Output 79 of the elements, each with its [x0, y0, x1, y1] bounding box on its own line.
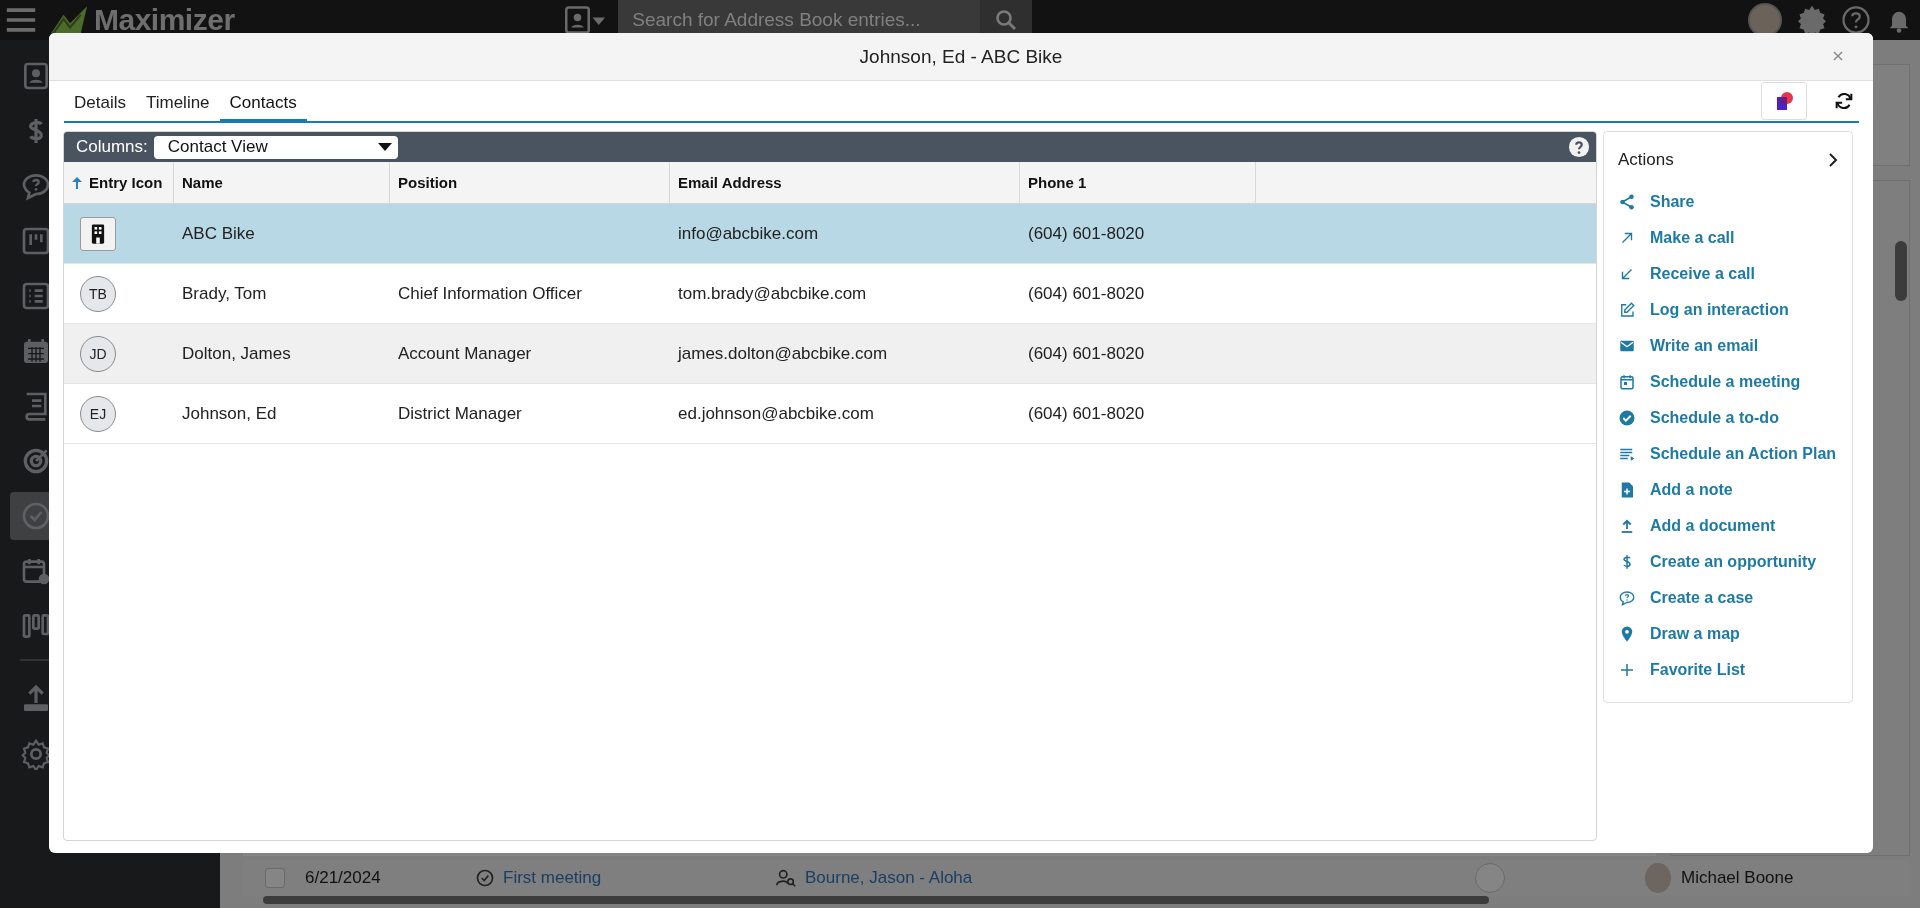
check-circle-icon	[20, 500, 52, 532]
board-icon	[20, 225, 52, 257]
action-link[interactable]: Favorite List	[1618, 652, 1746, 688]
table-cell: Dolton, James	[182, 343, 291, 364]
table-cell: Account Manager	[398, 343, 532, 364]
table-cell: Johnson, Ed	[182, 403, 277, 424]
app-button[interactable]	[1761, 82, 1807, 120]
help-icon[interactable]	[1841, 5, 1871, 35]
close-button[interactable]	[1831, 49, 1845, 63]
table-cell: ed.johnson@abcbike.com	[678, 403, 874, 424]
action-link[interactable]: Log an interaction	[1618, 292, 1789, 328]
action-link[interactable]: Add a note	[1618, 472, 1733, 508]
date-text: 6/21/2024	[305, 868, 382, 888]
action-link[interactable]: Schedule an Action Plan	[1618, 436, 1837, 472]
table-cell: District Manager	[398, 403, 522, 424]
action-link[interactable]: Schedule a to-do	[1618, 400, 1779, 436]
action-link[interactable]: Make a call	[1618, 220, 1735, 256]
table-cell: (604) 601-8020	[1028, 223, 1145, 244]
logo-text: Maximizer	[94, 3, 235, 37]
scrollbar-thumb[interactable]	[263, 896, 1489, 904]
question-bubble-icon	[1618, 589, 1636, 607]
table-cell: tom.brady@abcbike.com	[678, 283, 867, 304]
table-cell: (604) 601-8020	[1028, 343, 1145, 364]
settings-icon	[20, 738, 52, 770]
status-circle	[1475, 863, 1505, 893]
action-link[interactable]: Create an opportunity	[1618, 544, 1817, 580]
user-avatar	[1645, 863, 1671, 893]
tab[interactable]: Timeline	[135, 81, 220, 123]
owner-name: Michael Boone	[1681, 868, 1794, 888]
actions-title: Actions	[1618, 150, 1674, 170]
table-row[interactable]: JD Dolton, James Account Manager james.dolton@abcbike.com (604) 601-8020	[64, 324, 1596, 384]
table-cell: info@abcbike.com	[678, 223, 819, 244]
help-icon[interactable]	[1568, 136, 1590, 158]
action-link[interactable]: Share	[1618, 184, 1695, 220]
building-icon	[91, 222, 105, 245]
initials-avatar: JD	[80, 335, 116, 372]
action-link[interactable]: Create a case	[1618, 580, 1754, 616]
view-dropdown[interactable]: Contact View	[153, 135, 398, 159]
refresh-icon	[1833, 90, 1855, 112]
table-cell: Brady, Tom	[182, 283, 267, 304]
dialog-title: Johnson, Ed - ABC Bike	[859, 45, 1063, 68]
action-link[interactable]: Add a document	[1618, 508, 1776, 544]
pencil-square-icon	[1618, 301, 1636, 319]
activity-link[interactable]: First meeting	[503, 868, 602, 888]
tab[interactable]: Contacts	[219, 81, 307, 123]
list-icon	[20, 280, 52, 312]
table-cell: Chief Information Officer	[398, 283, 582, 304]
dropdown-value: Contact View	[167, 137, 269, 157]
close-icon	[1831, 49, 1845, 63]
action-link[interactable]: Write an email	[1618, 328, 1759, 364]
header-text: Entry Icon	[89, 174, 163, 191]
checkbox[interactable]	[265, 868, 285, 888]
table-row[interactable]: ABC Bike info@abcbike.com (604) 601-8020	[64, 204, 1596, 264]
tab[interactable]: Details	[64, 81, 136, 123]
column-header[interactable]: Position	[390, 162, 670, 203]
action-link[interactable]: Schedule a meeting	[1618, 364, 1801, 400]
plus-icon	[1618, 661, 1636, 679]
table-cell: (604) 601-8020	[1028, 283, 1145, 304]
person-search-icon	[775, 867, 797, 889]
chevron-right-icon[interactable]	[1828, 152, 1838, 168]
table-cell: ABC Bike	[182, 223, 255, 244]
contact-link[interactable]: Bourne, Jason - Aloha	[805, 868, 973, 888]
share-icon	[1618, 193, 1636, 211]
table-cell: james.dolton@abcbike.com	[678, 343, 888, 364]
caret-icon	[377, 143, 392, 151]
scrollbar-thumb[interactable]	[1895, 241, 1907, 301]
column-header[interactable]: Entry Icon	[64, 162, 174, 203]
column-header[interactable]: Phone 1	[1020, 162, 1256, 203]
table-cell: (604) 601-8020	[1028, 403, 1145, 424]
columns-label: Columns:	[76, 137, 148, 157]
initials-avatar: EJ	[80, 395, 116, 432]
action-link[interactable]: Draw a map	[1618, 616, 1740, 652]
column-header[interactable]: Name	[174, 162, 390, 203]
action-link[interactable]: Receive a call	[1618, 256, 1755, 292]
initials-avatar: TB	[80, 275, 116, 312]
check-circle-icon	[475, 868, 495, 888]
calendar-icon	[1618, 373, 1636, 391]
column-header[interactable]: Email Address	[670, 162, 1020, 203]
check-circle-icon	[1618, 409, 1636, 427]
